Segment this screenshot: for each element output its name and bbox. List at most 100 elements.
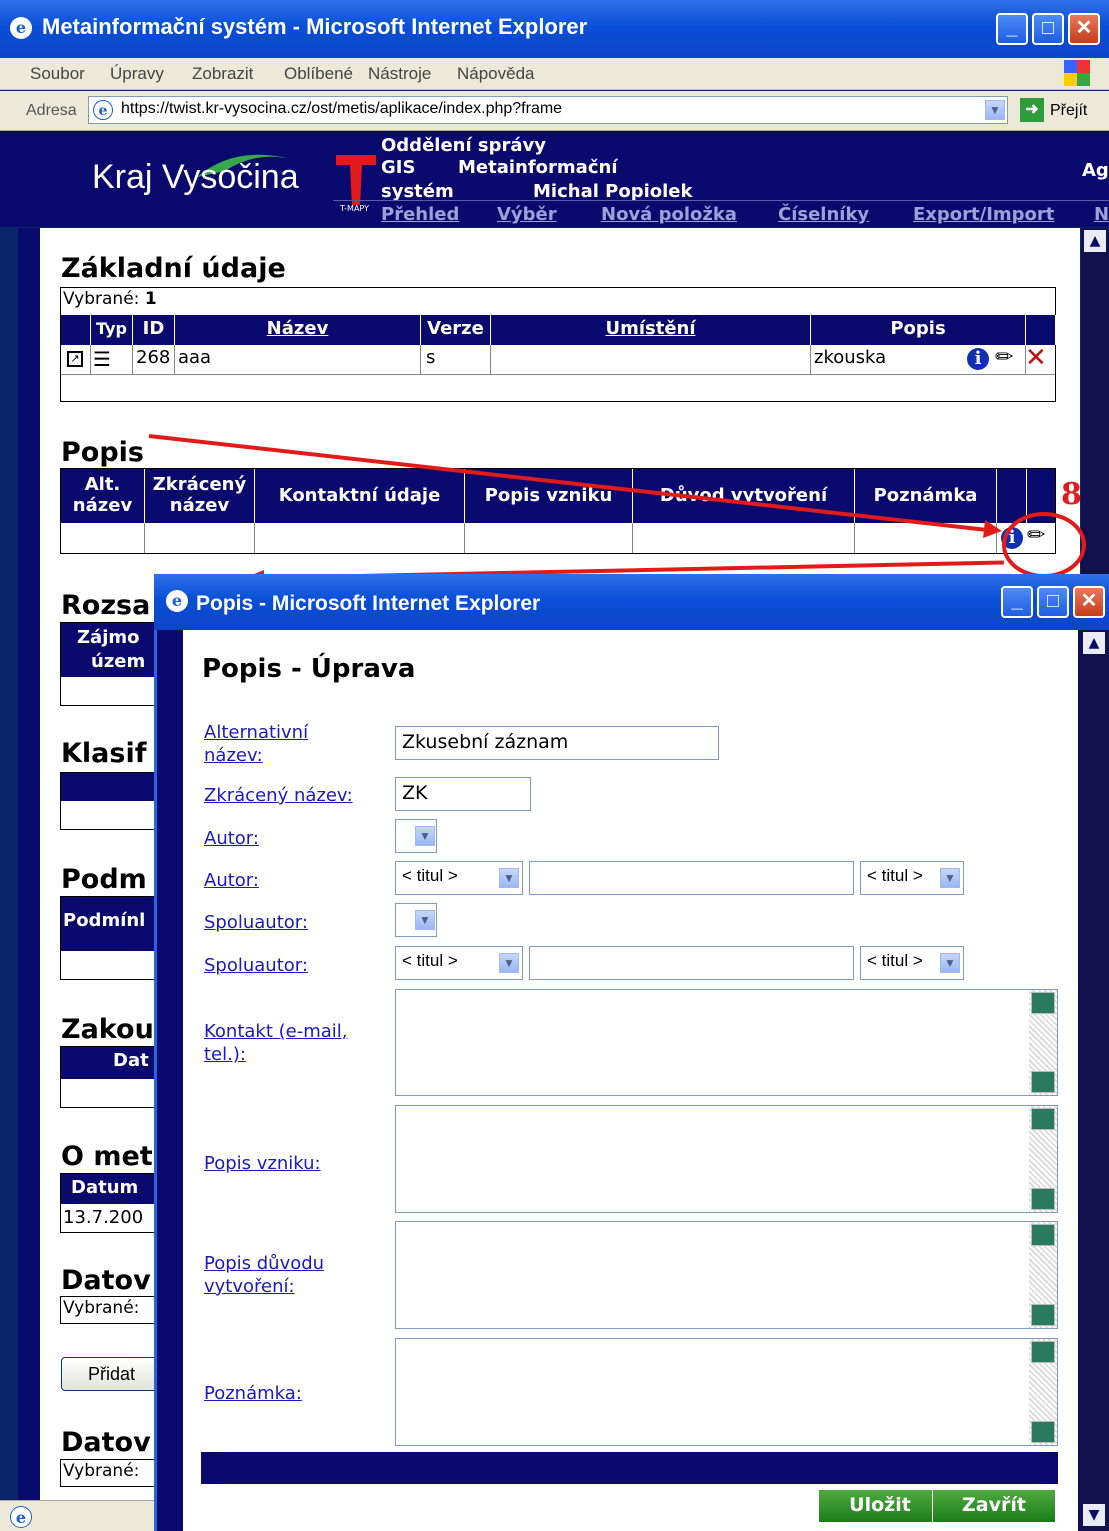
nav-nova-polozka[interactable]: Nová položka — [601, 204, 737, 228]
spoluautor-titul-before-select[interactable]: < titul > ▼ — [395, 946, 523, 980]
app-line2: systém — [381, 181, 454, 202]
spoluautor-titul-after-select[interactable]: < titul > ▼ — [860, 946, 964, 980]
spoluautor-label-1[interactable]: Spoluautor: — [204, 911, 308, 934]
delete-icon[interactable]: ✕ — [1025, 343, 1047, 373]
col-popis[interactable]: Popis — [811, 315, 1026, 345]
menu-bar: Soubor Úpravy Zobrazit Oblíbené Nástroje… — [0, 58, 1109, 90]
dropdown-arrow-icon: ▼ — [415, 910, 435, 930]
selected-label: Vybrané: — [63, 289, 140, 309]
row-description: zkouska — [811, 345, 1026, 374]
col-typ[interactable]: Typ — [91, 315, 133, 345]
tmapy-text: T-MAPY — [340, 204, 369, 213]
close-dialog-button[interactable]: Zavřít — [932, 1489, 1056, 1523]
dept-line2: GIS — [381, 157, 416, 178]
vznik-label[interactable]: Popis vzniku: — [204, 1152, 321, 1175]
autor-name-input[interactable] — [529, 861, 854, 895]
dropdown-arrow-icon: ▼ — [499, 953, 519, 973]
vybrane-1: Vybrané: — [60, 1296, 160, 1324]
vybrane-2: Vybrané: — [60, 1459, 160, 1487]
close-button[interactable]: ✕ — [1068, 13, 1100, 45]
info-icon[interactable]: i — [967, 348, 989, 370]
duvod-label[interactable]: Popis důvodu vytvoření: — [204, 1252, 324, 1298]
dialog-maximize-button[interactable]: □ — [1037, 586, 1069, 618]
autor-label-1[interactable]: Autor: — [204, 827, 259, 850]
col-nazev[interactable]: Název — [267, 318, 329, 339]
menu-zobrazit[interactable]: Zobrazit — [192, 64, 253, 84]
table-row[interactable]: ↗ ☰ 268 aaa s zkouska i ✏ ✕ — [61, 343, 1055, 375]
row-location — [491, 345, 811, 374]
pridat-button[interactable]: Přidat — [61, 1357, 161, 1391]
dialog-scroll-up-icon[interactable]: ▲ — [1083, 632, 1105, 654]
address-dropdown-icon[interactable]: ▼ — [985, 100, 1005, 120]
address-bar: Adresa https://twist.kr-vysocina.cz/ost/… — [0, 91, 1109, 131]
maximize-button[interactable]: □ — [1032, 13, 1064, 45]
alt-name-label-2: název: — [204, 745, 263, 766]
datov-heading-1: Datov — [61, 1265, 151, 1296]
menu-upravy[interactable]: Úpravy — [110, 64, 164, 84]
podm-heading: Podm — [61, 864, 147, 895]
dialog-heading: Popis - Úprava — [202, 654, 416, 684]
edit-pencil-icon[interactable]: ✏ — [995, 345, 1013, 370]
popis-heading: Popis — [61, 437, 144, 468]
short-name-input[interactable]: ZK — [395, 777, 531, 811]
menu-napoveda[interactable]: Nápověda — [457, 64, 535, 84]
spoluautor-select-1[interactable]: ▼ — [395, 903, 437, 937]
vznik-textarea[interactable] — [395, 1105, 1058, 1213]
nav-ciselniky[interactable]: Číselníky — [778, 204, 869, 228]
omet-table: Datum 13.7.200 — [60, 1173, 161, 1233]
col-id[interactable]: ID — [133, 315, 175, 345]
datov-heading-2: Datov — [61, 1427, 151, 1458]
dialog-titlebar[interactable]: e Popis - Microsoft Internet Explorer _ … — [154, 574, 1109, 630]
spoluautor-label-2[interactable]: Spoluautor: — [204, 954, 308, 977]
duvod-textarea[interactable] — [395, 1221, 1058, 1329]
alt-name-label-1: Alternativní — [204, 722, 309, 743]
minimize-button[interactable]: _ — [996, 13, 1028, 45]
kontakt-textarea[interactable] — [395, 989, 1058, 1096]
titul-value: < titul > — [867, 866, 923, 885]
dropdown-arrow-icon: ▼ — [499, 868, 519, 888]
open-detail-icon[interactable]: ↗ — [67, 351, 83, 367]
short-name-label[interactable]: Zkrácený název: — [204, 784, 353, 807]
dialog-scroll-down-icon[interactable]: ▼ — [1083, 1504, 1105, 1526]
rozsah-heading: Rozsa — [61, 590, 151, 621]
alt-name-label[interactable]: Alternativní název: — [204, 721, 308, 767]
scroll-up-icon[interactable]: ▲ — [1084, 230, 1106, 252]
nav-more[interactable]: N — [1094, 204, 1109, 228]
nav-prehled[interactable]: Přehled — [381, 204, 459, 228]
window-titlebar[interactable]: e Metainformační systém - Microsoft Inte… — [0, 0, 1109, 58]
autor-titul-after-select[interactable]: < titul > ▼ — [860, 861, 964, 895]
tmapy-logo-icon — [336, 155, 376, 205]
dialog-ie-icon: e — [166, 590, 188, 612]
dialog-minimize-button[interactable]: _ — [1001, 586, 1033, 618]
autor-select-1[interactable]: ▼ — [395, 819, 437, 853]
autor-label-2[interactable]: Autor: — [204, 869, 259, 892]
alt-name-input[interactable]: Zkusební záznam — [395, 726, 719, 760]
poznamka-label[interactable]: Poznámka: — [204, 1382, 302, 1405]
nav-vyber[interactable]: Výběr — [497, 204, 557, 228]
save-button[interactable]: Uložit — [818, 1489, 942, 1523]
col-short-2: název — [169, 495, 230, 516]
address-input[interactable]: https://twist.kr-vysocina.cz/ost/metis/a… — [88, 96, 1008, 124]
go-arrow-icon[interactable]: ➜ — [1020, 98, 1044, 122]
dialog-scrollbar[interactable]: ▲ ▼ — [1079, 630, 1109, 1531]
menu-oblibene[interactable]: Oblíbené — [284, 64, 353, 84]
window-title: Metainformační systém - Microsoft Intern… — [42, 14, 588, 39]
col-verze[interactable]: Verze — [421, 315, 491, 345]
titul-value: < titul > — [867, 951, 923, 970]
annotation-arrowhead — [983, 520, 1003, 540]
app-line1: Metainformační — [458, 157, 618, 178]
autor-titul-before-select[interactable]: < titul > ▼ — [395, 861, 523, 895]
poznamka-textarea[interactable] — [395, 1338, 1058, 1446]
go-label[interactable]: Přejít — [1050, 102, 1087, 120]
podm-table: Podmínl — [60, 896, 161, 980]
menu-soubor[interactable]: Soubor — [30, 64, 85, 84]
menu-nastroje[interactable]: Nástroje — [368, 64, 431, 84]
col-umisteni[interactable]: Umístění — [605, 318, 695, 339]
spoluautor-name-input[interactable] — [529, 946, 854, 980]
kontakt-label[interactable]: Kontakt (e-mail, tel.): — [204, 1020, 348, 1066]
datum-header: Datum — [61, 1174, 161, 1204]
nav-export-import[interactable]: Export/Import — [913, 204, 1054, 228]
basic-heading: Základní údaje — [61, 253, 286, 284]
popis-table-header: Alt. název Zkrácený název Kontaktní údaje … — [61, 469, 1055, 523]
dialog-close-button[interactable]: ✕ — [1073, 586, 1105, 618]
